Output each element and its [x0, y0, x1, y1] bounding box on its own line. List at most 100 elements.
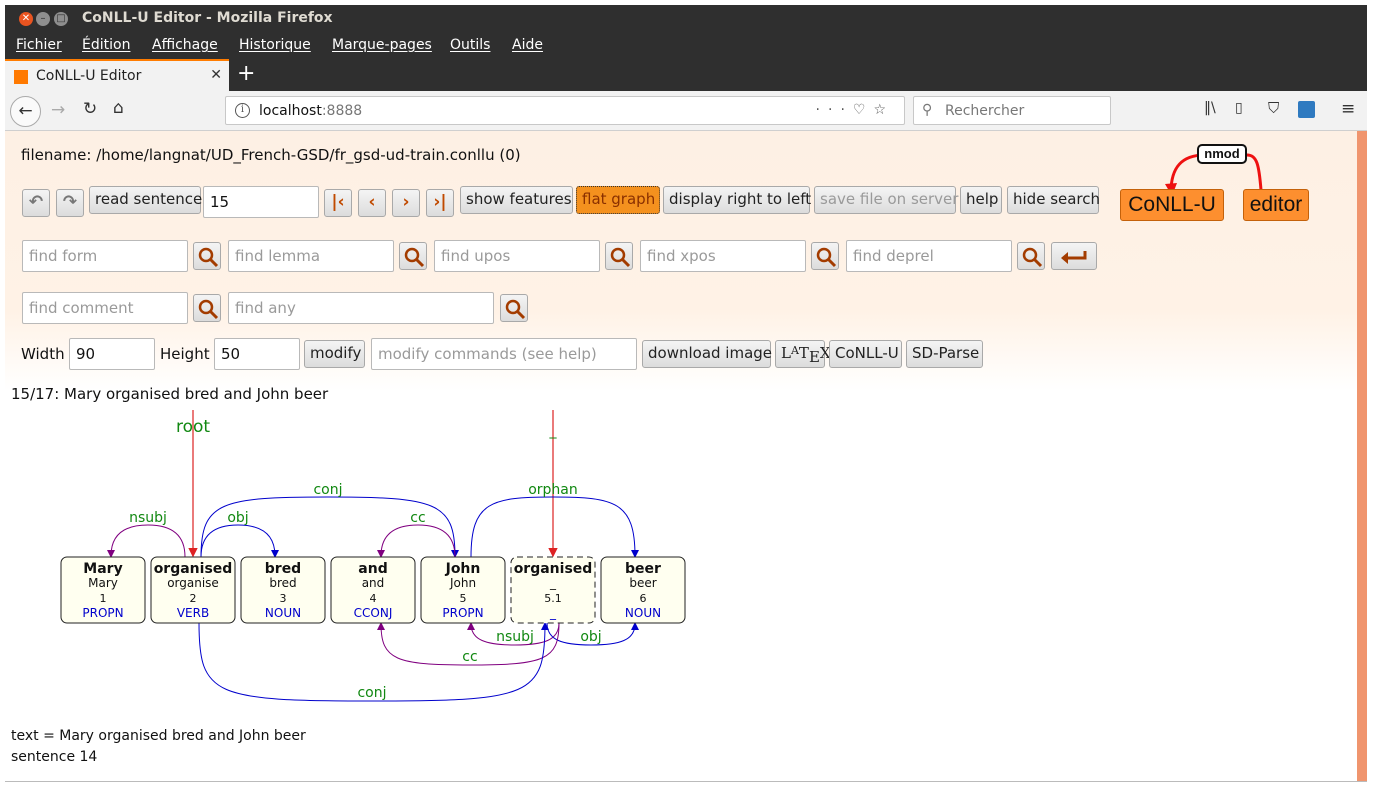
redo-icon[interactable]: ↷ [56, 189, 84, 217]
undo-icon[interactable]: ↶ [22, 189, 50, 217]
menu-affichage[interactable]: Affichage [152, 37, 218, 53]
url-bar[interactable]: i localhost:8888 ···♡☆ [225, 96, 905, 125]
search-bar[interactable]: ⚲ Rechercher [913, 96, 1111, 125]
first-sentence-icon[interactable]: |‹ [324, 189, 352, 217]
tab-close-icon[interactable]: ✕ [210, 67, 222, 83]
token-id: 4 [370, 592, 377, 605]
search-form-button[interactable] [193, 242, 221, 270]
library-icon[interactable]: ‖\ [1204, 100, 1216, 116]
maximize-window-icon[interactable]: □ [54, 12, 68, 26]
find-comment-input[interactable] [22, 292, 188, 324]
find-upos-input[interactable] [434, 240, 600, 272]
token-upos: PROPN [442, 606, 483, 620]
find-lemma-input[interactable] [228, 240, 394, 272]
forward-icon[interactable]: → [51, 100, 65, 120]
width-input[interactable] [69, 338, 155, 370]
hide-search-button[interactable]: hide search [1007, 186, 1100, 214]
sentence-header: 15/17: Mary organised bred and John beer [11, 385, 329, 403]
previous-sentence-icon[interactable]: ‹ [358, 189, 386, 217]
token-lemma: John [449, 576, 476, 590]
find-xpos-input[interactable] [640, 240, 806, 272]
token-form: beer [625, 561, 661, 577]
menu-aide[interactable]: Aide [512, 37, 543, 53]
tab-conllu-editor[interactable]: CoNLL-U Editor ✕ [5, 59, 229, 91]
home-icon[interactable]: ⌂ [113, 98, 124, 118]
close-window-icon[interactable]: ✕ [19, 12, 33, 26]
extension-icon[interactable] [1298, 101, 1315, 118]
tab-title: CoNLL-U Editor [36, 68, 142, 84]
new-tab-icon[interactable]: + [237, 61, 255, 86]
search-any-button[interactable] [500, 294, 528, 322]
menu-fichier[interactable]: Fichier [16, 37, 62, 53]
save-file-button[interactable]: save file on server [814, 186, 958, 214]
root-label: _ [549, 423, 558, 439]
menu-edition[interactable]: Édition [82, 37, 130, 53]
token-lemma: and [362, 576, 385, 590]
back-icon[interactable]: ← [10, 96, 41, 127]
search-comment-button[interactable] [193, 294, 221, 322]
menu-outils[interactable]: Outils [450, 37, 490, 53]
token-upos: PROPN [82, 606, 123, 620]
search-placeholder: Rechercher [945, 103, 1025, 119]
next-sentence-icon[interactable]: › [392, 189, 420, 217]
find-form-input[interactable] [22, 240, 188, 272]
modify-button[interactable]: modify [304, 340, 365, 368]
latex-button[interactable]: LATEX [775, 340, 831, 368]
token-upos: CCONJ [354, 606, 393, 620]
last-sentence-icon[interactable]: ›| [426, 189, 454, 217]
read-sentence-button[interactable]: read sentence [89, 186, 202, 214]
modify-commands-input[interactable] [371, 338, 637, 370]
search-upos-button[interactable] [605, 242, 633, 270]
menu-bar: Fichier Édition Affichage Historique Mar… [5, 33, 1367, 58]
logo-right-box: editor [1243, 189, 1309, 221]
token-upos: NOUN [625, 606, 661, 620]
logo-arc-label: nmod [1197, 144, 1247, 164]
height-input[interactable] [214, 338, 300, 370]
help-button[interactable]: help [960, 186, 1002, 214]
magnifier-icon [198, 299, 219, 320]
download-image-button[interactable]: download image [642, 340, 772, 368]
search-lemma-button[interactable] [399, 242, 427, 270]
text-comment: text = Mary organised bred and John beer [11, 728, 306, 744]
flat-graph-button[interactable]: flat graph [576, 186, 660, 214]
dependency-arc [107, 524, 186, 558]
info-icon[interactable]: i [235, 103, 250, 118]
shield-icon[interactable]: ⛉ [1268, 99, 1279, 117]
display-rtl-button[interactable]: display right to left [663, 186, 811, 214]
reload-icon[interactable]: ↻ [83, 99, 97, 119]
arc-label: obj [580, 629, 601, 645]
menu-icon[interactable]: ≡ [1341, 99, 1355, 119]
token-form: Mary [83, 561, 122, 577]
conllu-button[interactable]: CoNLL-U [829, 340, 902, 368]
token-lemma: _ [549, 576, 557, 590]
page-actions-icon[interactable]: ···♡☆ [816, 102, 894, 118]
sd-parse-button[interactable]: SD-Parse [906, 340, 983, 368]
show-features-button[interactable]: show features [460, 186, 573, 214]
height-label: Height [160, 345, 210, 363]
scrollbar[interactable] [1357, 131, 1367, 781]
sidebar-icon[interactable]: ▯ [1235, 100, 1243, 116]
latex-letter: A [790, 344, 799, 357]
sentence-number-input[interactable] [203, 186, 319, 218]
search-xpos-button[interactable] [811, 242, 839, 270]
find-deprel-input[interactable] [846, 240, 1012, 272]
token-id: 5 [460, 592, 467, 605]
arc-label: nsubj [496, 629, 534, 645]
latex-letter: L [781, 344, 791, 362]
window-titlebar: ✕ – □ CoNLL-U Editor - Mozilla Firefox [5, 5, 1367, 33]
find-any-input[interactable] [228, 292, 494, 324]
navigation-bar: ← → ↻ ⌂ i localhost:8888 ···♡☆ ⚲ Recherc… [5, 91, 1367, 131]
width-label: Width [21, 345, 65, 363]
menu-marque-pages[interactable]: Marque-pages [332, 37, 432, 53]
search-deprel-button[interactable] [1017, 242, 1045, 270]
arc-label: orphan [528, 482, 578, 498]
menu-historique[interactable]: Historique [239, 37, 311, 53]
magnifier-icon [1022, 247, 1043, 268]
token-form: organised [154, 561, 233, 577]
minimize-window-icon[interactable]: – [36, 12, 50, 26]
arc-label: conj [313, 482, 342, 498]
return-arrow-icon [1061, 251, 1087, 264]
token-form: organised [514, 561, 593, 577]
return-button[interactable] [1051, 242, 1097, 270]
magnifier-icon [404, 247, 425, 268]
